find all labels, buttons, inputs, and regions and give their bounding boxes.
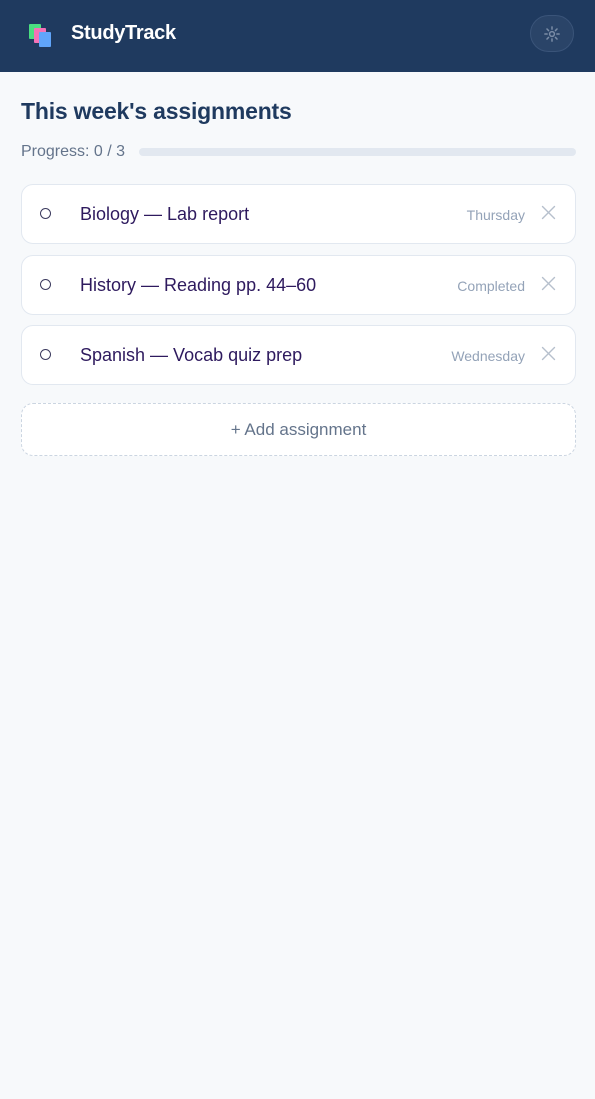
assignment-item: Biology — Lab report Thursday bbox=[21, 184, 576, 244]
close-icon[interactable] bbox=[541, 276, 556, 291]
assignment-due: Wednesday bbox=[451, 348, 525, 364]
close-icon[interactable] bbox=[541, 346, 556, 361]
settings-button[interactable] bbox=[530, 15, 574, 52]
complete-toggle[interactable] bbox=[40, 349, 51, 360]
books-icon bbox=[29, 24, 51, 47]
complete-toggle[interactable] bbox=[40, 278, 51, 290]
add-assignment-button[interactable]: + Add assignment bbox=[21, 403, 576, 456]
assignment-item: Spanish — Vocab quiz prep Wednesday bbox=[21, 325, 576, 385]
complete-toggle[interactable] bbox=[40, 208, 51, 219]
page-title: This week's assignments bbox=[21, 98, 292, 124]
assignment-due: Thursday bbox=[466, 207, 525, 223]
assignment-name: Spanish — Vocab quiz prep bbox=[80, 345, 303, 365]
gear-icon bbox=[544, 25, 560, 42]
close-icon[interactable] bbox=[541, 205, 556, 220]
progress-label: Progress: 0 / 3 bbox=[21, 143, 126, 160]
assignment-item: History — Reading pp. 44–60 Completed bbox=[21, 254, 576, 315]
app-title: StudyTrack bbox=[71, 22, 176, 44]
assignment-name: Biology — Lab report bbox=[80, 204, 250, 224]
progress-bar bbox=[139, 148, 576, 156]
assignment-due: Completed bbox=[457, 277, 525, 294]
assignment-name: History — Reading pp. 44–60 bbox=[80, 274, 317, 295]
app-header: StudyTrack bbox=[0, 0, 595, 72]
assignment-list: Biology — Lab report Thursday History — … bbox=[21, 184, 576, 396]
